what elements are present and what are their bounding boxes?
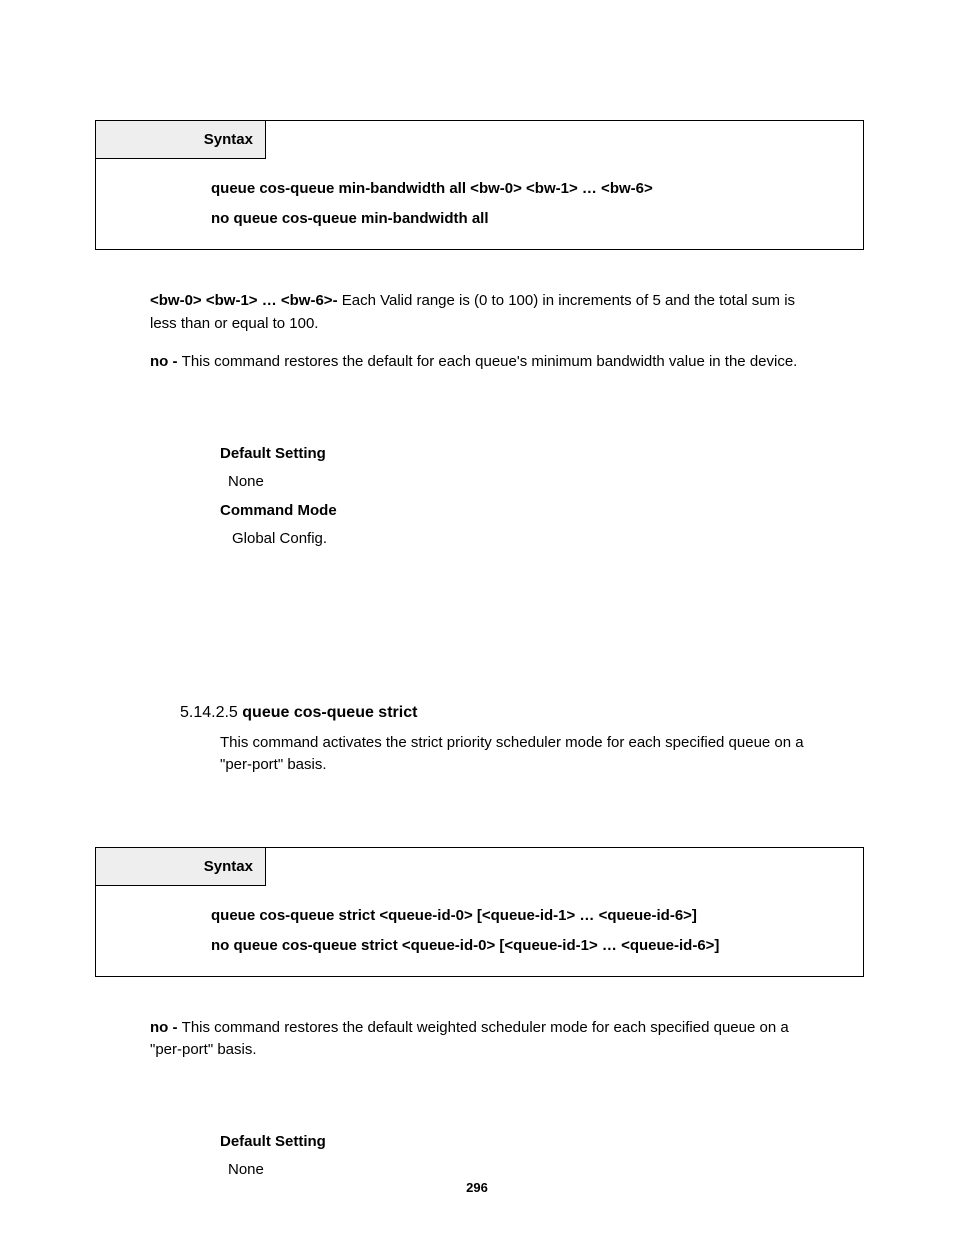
command-mode-label-1: Command Mode — [220, 497, 864, 526]
param-no-1-bold: no - — [150, 353, 182, 370]
section-number: 5.14.2.5 — [180, 704, 242, 721]
param-bw-bold: <bw-0> <bw-1> … <bw-6>- — [150, 292, 342, 309]
params-block-1: <bw-0> <bw-1> … <bw-6>- Each Valid range… — [95, 290, 864, 374]
param-no-2: no - This command restores the default w… — [150, 1017, 809, 1062]
syntax-box-1: Syntax queue cos-queue min-bandwidth all… — [95, 120, 864, 250]
syntax1-line1: queue cos-queue min-bandwidth all <bw-0>… — [211, 174, 863, 204]
syntax-body-1: queue cos-queue min-bandwidth all <bw-0>… — [96, 159, 863, 249]
param-no-2-text: This command restores the default weight… — [150, 1019, 789, 1059]
syntax1-line2: no queue cos-queue min-bandwidth all — [211, 204, 863, 234]
section-heading: 5.14.2.5 queue cos-queue strict — [95, 704, 864, 722]
param-bw: <bw-0> <bw-1> … <bw-6>- Each Valid range… — [150, 290, 809, 335]
default-setting-value-1: None — [220, 468, 864, 497]
syntax2-line2: no queue cos-queue strict <queue-id-0> [… — [211, 931, 863, 961]
defaults-block-2: Default Setting None — [95, 1078, 864, 1185]
page-number: 296 — [0, 1180, 954, 1195]
params-block-2: no - This command restores the default w… — [95, 1017, 864, 1062]
section-intro: This command activates the strict priori… — [95, 732, 864, 777]
syntax2-line1: queue cos-queue strict <queue-id-0> [<qu… — [211, 901, 863, 931]
default-setting-label-2: Default Setting — [220, 1128, 864, 1157]
param-no-1-text: This command restores the default for ea… — [182, 353, 798, 370]
syntax-header-2: Syntax — [96, 848, 266, 886]
page: Syntax queue cos-queue min-bandwidth all… — [0, 0, 954, 1235]
section-title: queue cos-queue strict — [242, 704, 417, 721]
syntax-body-2: queue cos-queue strict <queue-id-0> [<qu… — [96, 886, 863, 976]
defaults-block-1: Default Setting None Command Mode Global… — [95, 390, 864, 554]
default-setting-label-1: Default Setting — [220, 440, 864, 469]
command-mode-value-1: Global Config. — [220, 525, 864, 554]
syntax-header-1: Syntax — [96, 121, 266, 159]
param-no-1: no - This command restores the default f… — [150, 351, 809, 374]
param-no-2-bold: no - — [150, 1019, 182, 1036]
syntax-box-2: Syntax queue cos-queue strict <queue-id-… — [95, 847, 864, 977]
